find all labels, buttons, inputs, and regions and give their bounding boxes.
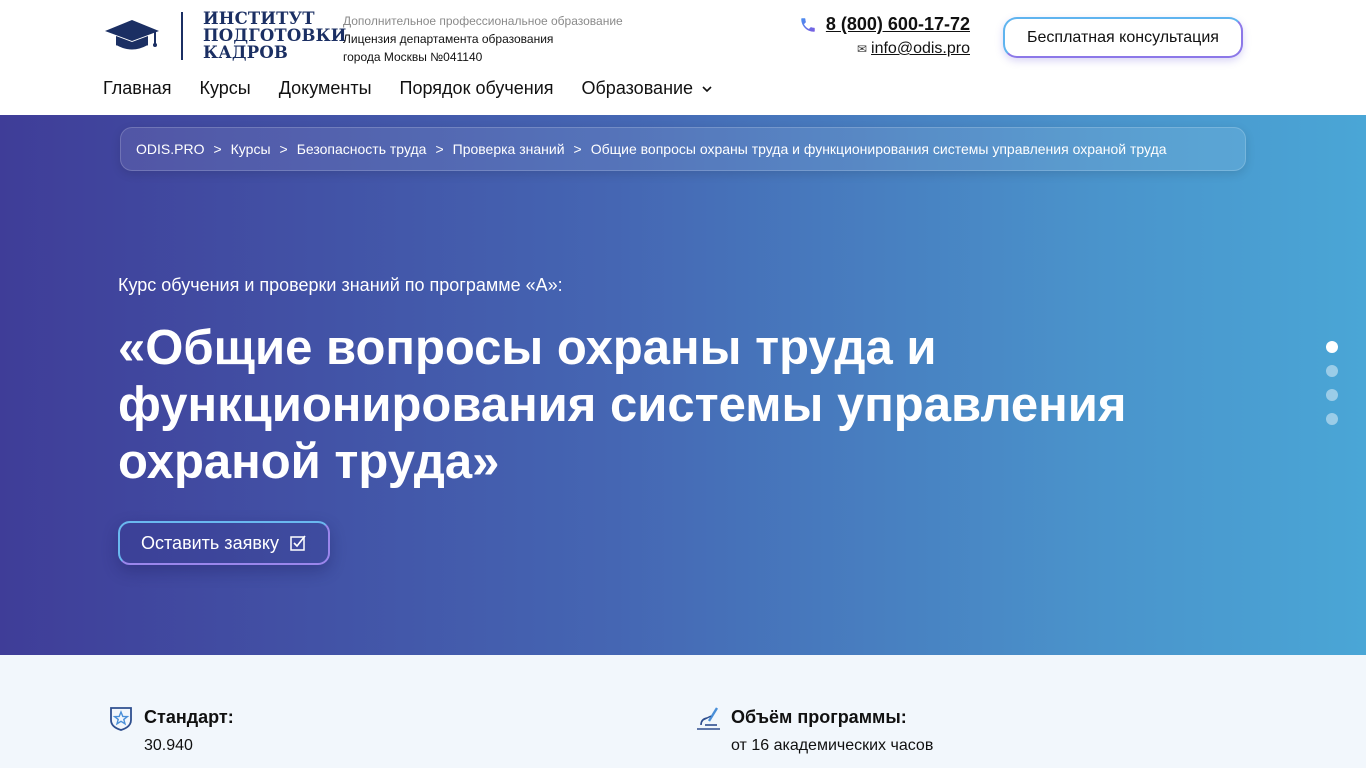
site-logo[interactable]: ИНСТИТУТ ПОДГОТОВКИ КАДРОВ <box>103 10 347 61</box>
hero-subtitle: Курс обучения и проверки знаний по прогр… <box>118 275 563 295</box>
slide-dot-2[interactable] <box>1326 365 1338 377</box>
breadcrumb-item-safety[interactable]: Безопасность труда <box>297 141 427 157</box>
breadcrumb: ODIS.PRO > Курсы > Безопасность труда > … <box>120 127 1246 171</box>
breadcrumb-item-courses[interactable]: Курсы <box>231 141 271 157</box>
phone-row: 8 (800) 600-17-72 <box>799 14 970 35</box>
email-row: ✉ info@odis.pro <box>799 40 970 58</box>
license-line-3: города Москвы №041140 <box>343 50 483 64</box>
email-link[interactable]: info@odis.pro <box>871 40 970 58</box>
logo-line-1: ИНСТИТУТ <box>203 9 315 28</box>
hero-section: ODIS.PRO > Курсы > Безопасность труда > … <box>0 115 1366 655</box>
license-line-2: Лицензия департамента образования <box>343 32 554 46</box>
contacts: 8 (800) 600-17-72 ✉ info@odis.pro <box>799 14 970 58</box>
breadcrumb-item-knowledge-check[interactable]: Проверка знаний <box>453 141 565 157</box>
volume-label: Объём программы: <box>731 707 907 727</box>
license-line-1: Дополнительное профессиональное образова… <box>343 14 623 28</box>
slide-dot-4[interactable] <box>1326 413 1338 425</box>
nav-item-education-label: Образование <box>581 78 694 98</box>
shield-star-icon <box>110 707 132 731</box>
submit-application-label: Оставить заявку <box>141 532 279 553</box>
breadcrumb-separator: > <box>213 141 222 157</box>
checkbox-icon <box>290 535 306 551</box>
page-title: «Общие вопросы охраны труда и функционир… <box>118 321 1127 489</box>
breadcrumb-item-current: Общие вопросы охраны труда и функциониро… <box>590 141 1167 157</box>
slider-pagination <box>1326 341 1338 425</box>
slide-dot-3[interactable] <box>1326 389 1338 401</box>
submit-application-button[interactable]: Оставить заявку <box>118 521 330 565</box>
breadcrumb-separator: > <box>573 141 582 157</box>
standard-label: Стандарт: <box>144 707 234 727</box>
free-consultation-button[interactable]: Бесплатная консультация <box>1003 17 1243 58</box>
mail-icon: ✉ <box>856 42 868 56</box>
phone-link[interactable]: 8 (800) 600-17-72 <box>826 14 970 35</box>
phone-icon <box>801 17 815 32</box>
nav-item-courses[interactable]: Курсы <box>200 78 251 99</box>
breadcrumb-separator: > <box>435 141 444 157</box>
volume-value: от 16 академических часов <box>731 737 934 754</box>
microscope-icon <box>697 707 720 730</box>
nav-item-documents[interactable]: Документы <box>279 78 372 99</box>
main-nav: Главная Курсы Документы Порядок обучения… <box>103 78 713 99</box>
course-info: Стандарт: 30.940 Объём программы: от 16 … <box>0 655 1366 768</box>
logo-line-3: КАДРОВ <box>203 43 289 62</box>
logo-text: ИНСТИТУТ ПОДГОТОВКИ КАДРОВ <box>203 10 347 61</box>
license-info: Дополнительное профессиональное образова… <box>343 12 623 66</box>
nav-item-education[interactable]: Образование <box>582 78 714 99</box>
graduation-cap-icon <box>105 19 159 51</box>
nav-item-study-order[interactable]: Порядок обучения <box>400 78 554 99</box>
breadcrumb-separator: > <box>279 141 288 157</box>
standard-value: 30.940 <box>144 737 193 754</box>
logo-line-2: ПОДГОТОВКИ <box>203 26 347 45</box>
chevron-down-icon <box>702 85 712 92</box>
slide-dot-1[interactable] <box>1326 341 1338 353</box>
site-header: ИНСТИТУТ ПОДГОТОВКИ КАДРОВ Дополнительно… <box>0 0 1366 115</box>
logo-divider <box>181 11 183 60</box>
breadcrumb-item-home[interactable]: ODIS.PRO <box>136 141 204 157</box>
nav-item-home[interactable]: Главная <box>103 78 172 99</box>
